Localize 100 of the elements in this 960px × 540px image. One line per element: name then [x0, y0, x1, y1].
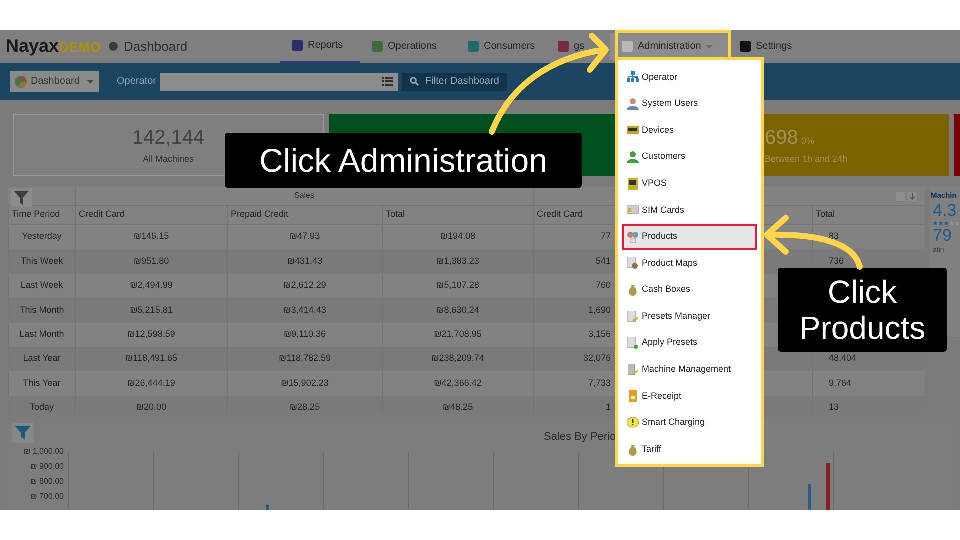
table-cell-text: ₪951.80: [134, 254, 170, 268]
menu-item[interactable]: E-Receipt: [622, 383, 757, 410]
table-cell-text: ₪5,215.81: [130, 304, 173, 317]
axis-label: ₪ 1,000.00: [24, 447, 64, 457]
table-cell-text: ₪2,494.99: [130, 279, 173, 292]
table-cell-text: ₪15,902.23: [281, 376, 329, 390]
download-icon[interactable]: [908, 192, 917, 200]
menu-item[interactable]: Products: [622, 224, 757, 250]
table-cell-text: ₪238,209.74: [432, 352, 484, 366]
table-cell-text: ₪146.15: [134, 230, 170, 244]
table-cell-text: ₪9,110.36: [284, 328, 326, 341]
column-header: Credit Card: [75, 206, 227, 224]
table-cell-text: This Month: [20, 304, 64, 317]
menu-item[interactable]: Cash Boxes: [622, 276, 757, 304]
stat-percent: 0%: [801, 135, 814, 148]
table-cell-text: 9,764: [829, 376, 852, 390]
tab-icon: [558, 41, 569, 52]
menu-item[interactable]: Customers: [622, 144, 757, 170]
user-icon: [627, 151, 639, 164]
document-icon: [627, 257, 639, 270]
table-cell-text: 541: [596, 254, 611, 268]
table-cell-text: ₪2,612.29: [284, 279, 326, 292]
table-cell-text: ₪3,414.43: [284, 304, 326, 317]
menu-item[interactable]: Product Maps: [622, 250, 757, 277]
menu-item[interactable]: Machine Management: [622, 356, 757, 384]
rating-value: 4.3: [933, 201, 958, 222]
table-cell-text: ₪194.08: [440, 230, 476, 244]
table-cell-text: 77: [600, 230, 611, 244]
column-header: Total: [382, 206, 533, 224]
card-icon: [627, 124, 639, 136]
table-cell-text: This Week: [20, 254, 64, 268]
table-cell-text: ₪118,782.59: [278, 352, 332, 366]
menu-item[interactable]: Tariff: [622, 436, 757, 463]
table-cell-text: ₪47.93: [290, 230, 320, 244]
filter-dashboard-button[interactable]: Filter Dashboard: [402, 72, 508, 90]
stat-caption: All Machines: [142, 153, 194, 166]
nav-tab[interactable]: Consumers: [456, 30, 554, 63]
card-icon: [627, 178, 639, 190]
table-cell-text: ₪118,491.65: [125, 352, 178, 366]
table-cell-text: ₪26,444.19: [128, 376, 176, 390]
money-bag-icon: [627, 284, 639, 296]
axis-label: ₪ 900.00: [30, 462, 64, 472]
pie-chart-icon: [15, 76, 27, 88]
caret-icon: [706, 44, 714, 48]
menu-item[interactable]: SIM Cards: [622, 196, 757, 224]
table-cell-text: ₪28.25: [290, 401, 320, 414]
group-header: Sales: [294, 190, 314, 202]
table-cell-text: Last Month: [20, 328, 64, 341]
nav-tab[interactable]: Operations: [360, 30, 456, 63]
receipt-icon: [627, 390, 639, 402]
table-cell-text: 1,690: [588, 304, 611, 317]
money-bag-icon: [627, 444, 639, 456]
tab-icon: [740, 41, 751, 52]
balloon-icon: [627, 230, 639, 243]
callout-label: Click Administration: [225, 133, 582, 188]
sim-card-icon: [627, 204, 639, 216]
table-cell-text: Last Week: [20, 279, 64, 292]
table-cell-text: Today: [30, 401, 54, 414]
table-cell-text: 1: [606, 401, 611, 414]
dashboard-dropdown[interactable]: Dashboard: [10, 71, 99, 92]
table-cell-text: ₪42,366.42: [434, 376, 482, 390]
tab-icon: [468, 41, 479, 52]
stat-value: 142,144: [132, 126, 205, 152]
menu-item[interactable]: System Users: [622, 90, 757, 118]
operator-field[interactable]: [160, 72, 398, 90]
filter-icon[interactable]: [12, 423, 34, 443]
nav-tab[interactable]: gs: [554, 30, 610, 63]
table-cell-text: Last Year: [23, 352, 61, 366]
menu-item[interactable]: VPOS: [622, 170, 757, 197]
org-chart-icon: [627, 71, 639, 84]
speech-bubble-icon: [627, 417, 639, 430]
table-cell-text: 7,733: [588, 376, 611, 390]
logo-text: Nayax: [6, 35, 60, 58]
table-cell-text: 32,076: [583, 352, 611, 366]
menu-item[interactable]: Smart Charging: [622, 410, 757, 436]
axis-label: ₪ 800.00: [30, 477, 64, 487]
stat-value: 698: [765, 126, 798, 152]
table-cell-text: ₪5,107.28: [436, 279, 480, 292]
table-cell-text: ₪48.25: [442, 401, 474, 414]
table-cell-text: 3,156: [588, 328, 611, 341]
menu-item[interactable]: Presets Manager: [622, 303, 757, 330]
document-icon: [627, 310, 639, 323]
column-header: Total: [812, 206, 925, 224]
table-cell-text: ₪20.00: [136, 401, 167, 414]
menu-item[interactable]: Apply Presets: [622, 330, 757, 357]
operator-label: Operator: [117, 75, 156, 89]
list-icon: [382, 77, 394, 86]
column-header: Prepaid Credit: [227, 206, 382, 224]
menu-item[interactable]: Devices: [622, 117, 757, 144]
menu-item[interactable]: Operator: [622, 64, 757, 91]
chart-bar: [808, 484, 811, 510]
nav-tab[interactable]: Settings: [728, 30, 798, 63]
table-cell-text: 760: [596, 279, 611, 292]
caret-icon: [87, 80, 94, 84]
tab-icon: [292, 40, 303, 51]
filter-icon[interactable]: [11, 189, 32, 207]
chart-bar: [826, 463, 830, 510]
document-icon: [627, 364, 639, 376]
table-cell-text: ₪1,383.23: [436, 254, 480, 268]
table-cell-text: 48,404: [829, 352, 857, 366]
